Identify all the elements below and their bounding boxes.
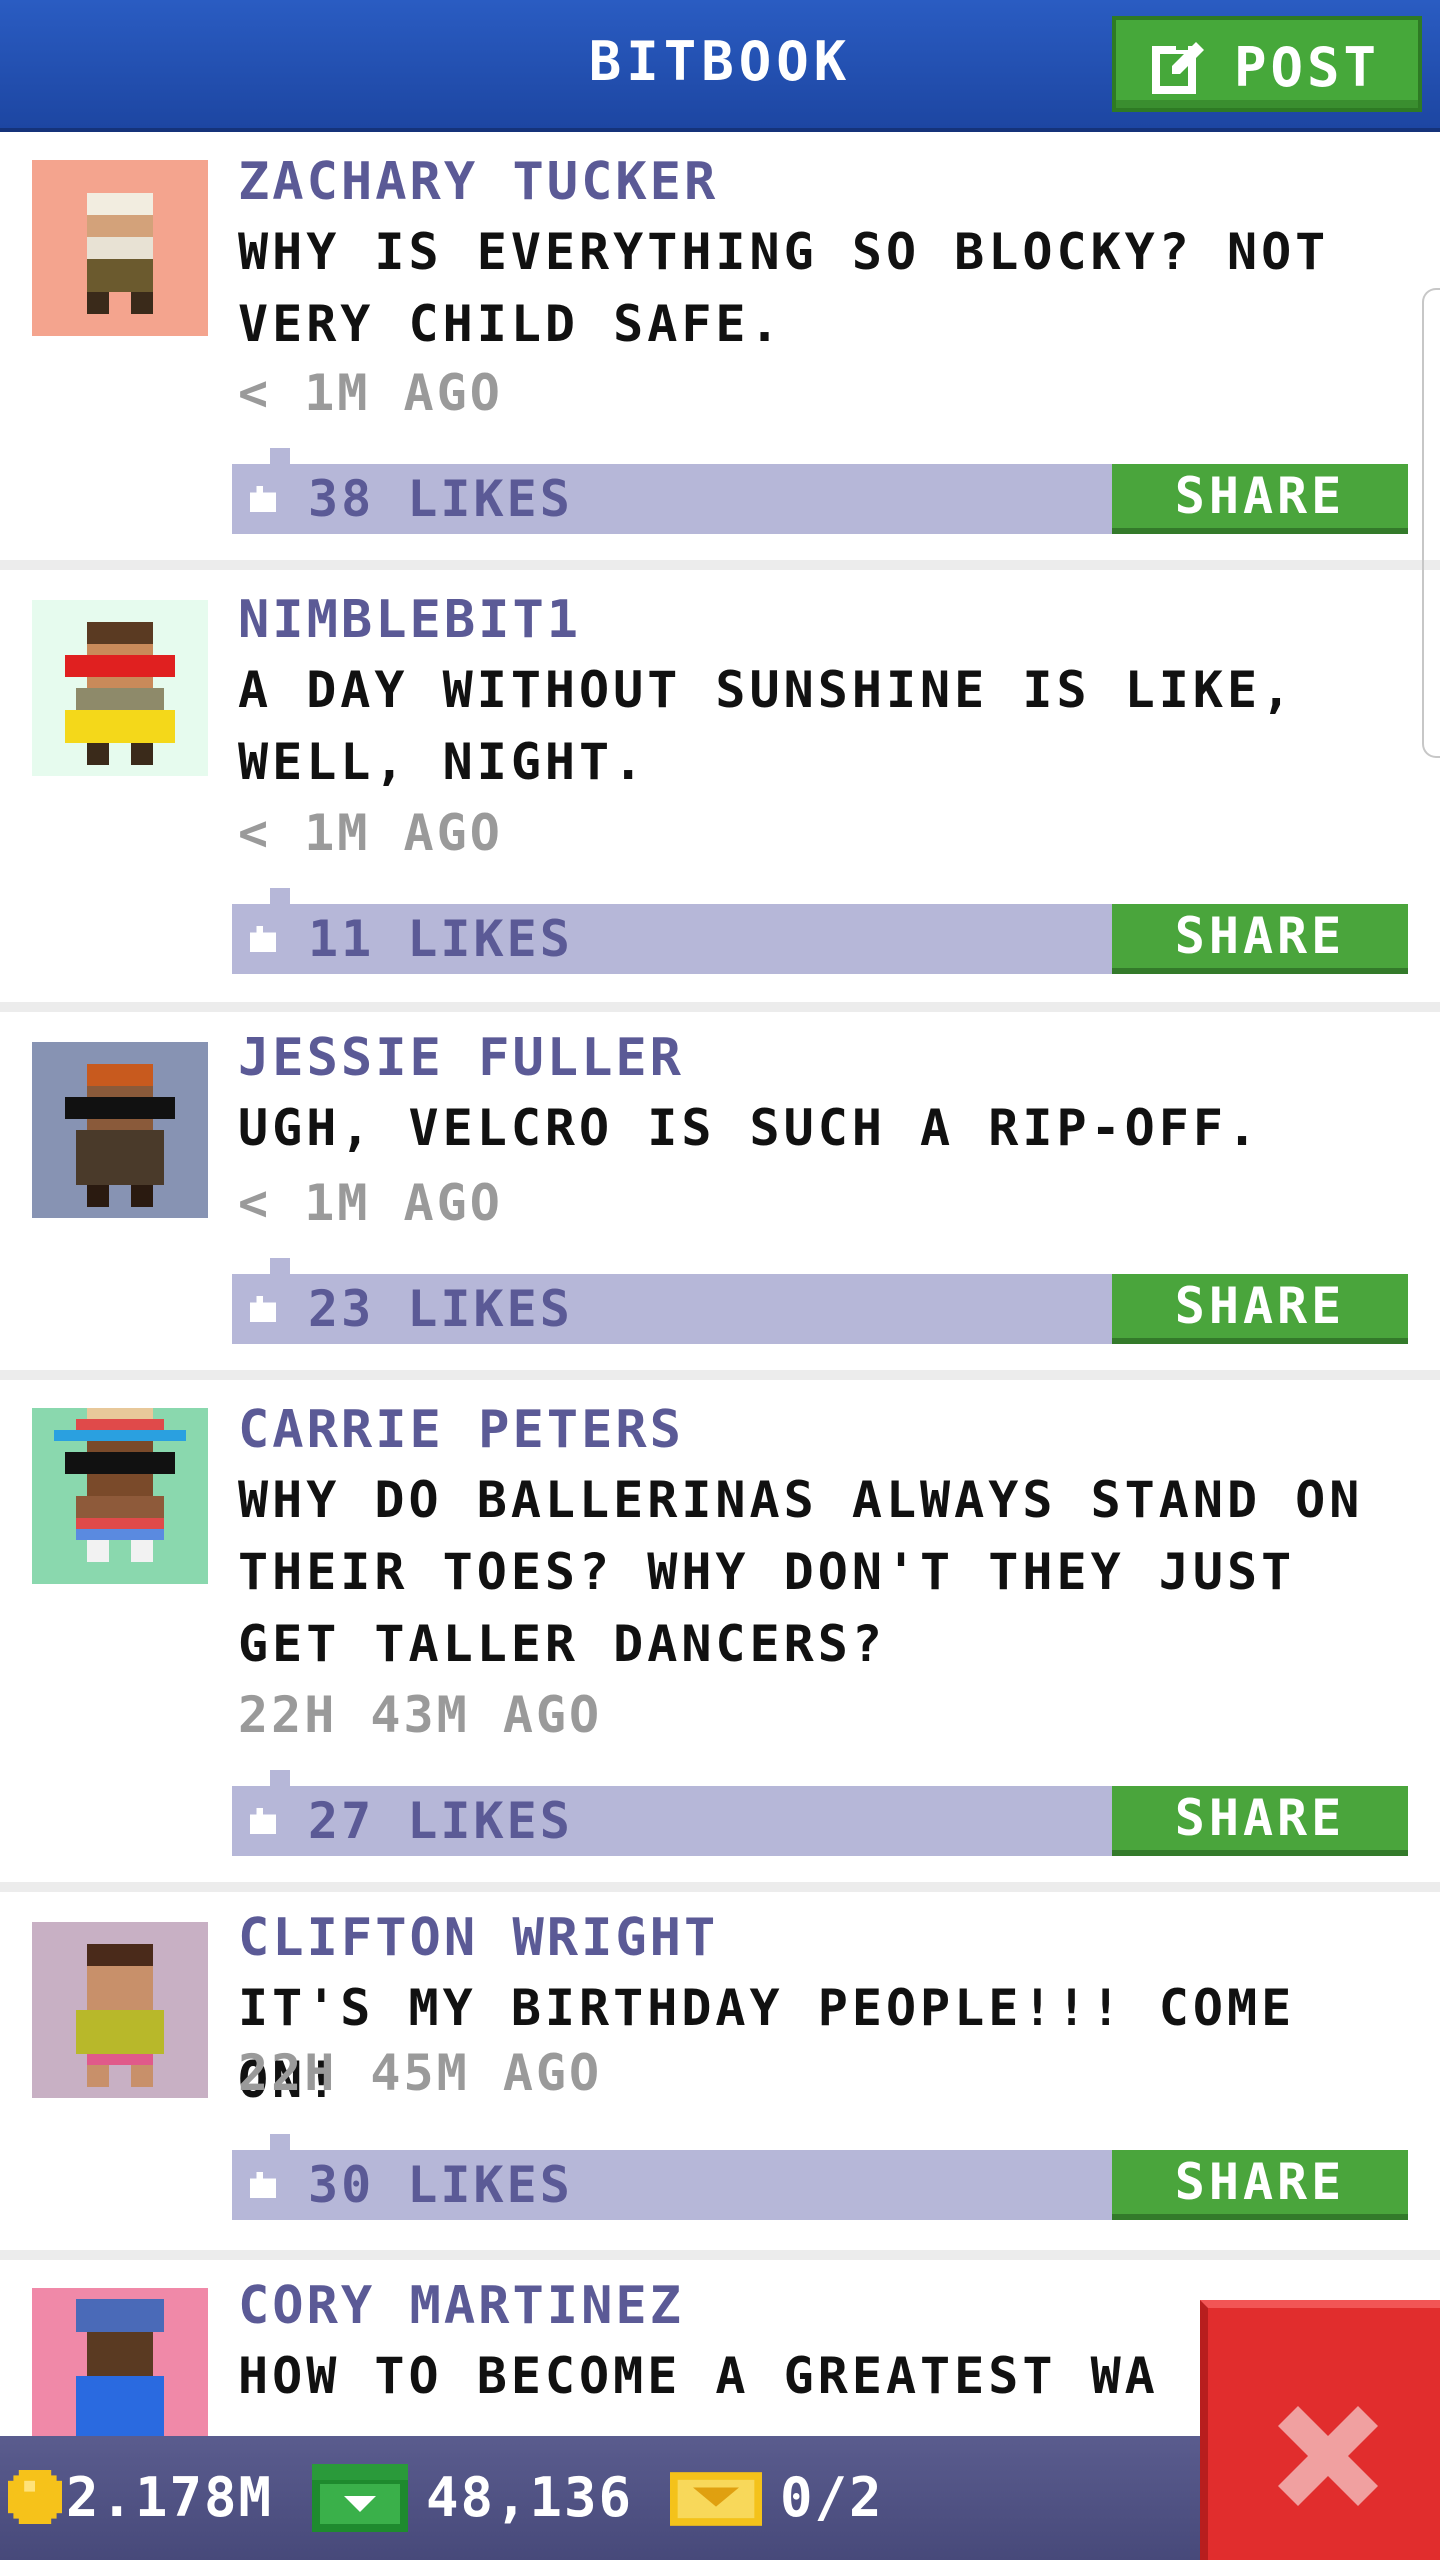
likes-count: 23 LIKES — [308, 1280, 573, 1338]
avatar — [32, 1922, 208, 2098]
post-time: < 1M AGO — [238, 1174, 503, 1232]
feed-post: NIMBLEBIT1 A DAY WITHOUT SUNSHINE IS LIK… — [0, 570, 1440, 1012]
likes-tab — [270, 1258, 290, 1276]
bux-icon — [312, 2464, 408, 2532]
post-author[interactable]: CLIFTON WRIGHT — [238, 1908, 718, 1968]
post-time: 22H 45M AGO — [238, 2044, 603, 2102]
likes-count: 27 LIKES — [308, 1792, 573, 1850]
avatar — [32, 600, 208, 776]
post-message: A DAY WITHOUT SUNSHINE IS LIKE, WELL, NI… — [238, 661, 1296, 791]
post-time: 22H 43M AGO — [238, 1686, 603, 1744]
tickets-count: 0/2 — [780, 2466, 884, 2529]
likes-count: 11 LIKES — [308, 910, 573, 968]
thumbs-up-icon — [250, 2172, 276, 2198]
feed-post: CARRIE PETERS WHY DO BALLERINAS ALWAYS S… — [0, 1380, 1440, 1892]
avatar — [32, 1042, 208, 1218]
thumbs-up-icon — [250, 486, 276, 512]
scroll-indicator[interactable] — [1422, 288, 1440, 758]
thumbs-up-icon — [250, 926, 276, 952]
likes-count: 30 LIKES — [308, 2156, 573, 2214]
share-button[interactable]: SHARE — [1112, 2150, 1408, 2220]
share-button[interactable]: SHARE — [1112, 1274, 1408, 1344]
feed-post: JESSIE FULLER UGH, VELCRO IS SUCH A RIP-… — [0, 1012, 1440, 1380]
share-button-label: SHARE — [1174, 467, 1346, 525]
likes-tab — [270, 448, 290, 466]
post-author[interactable]: JESSIE FULLER — [238, 1028, 684, 1088]
coin-icon — [8, 2470, 62, 2524]
coins-count: 2.178M — [66, 2466, 274, 2529]
share-button-label: SHARE — [1174, 2153, 1346, 2211]
post-author[interactable]: CARRIE PETERS — [238, 1400, 684, 1460]
share-button-label: SHARE — [1174, 1277, 1346, 1335]
compose-icon — [1152, 38, 1204, 94]
share-button-label: SHARE — [1174, 1789, 1346, 1847]
ticket-icon — [670, 2472, 762, 2526]
feed-post: CLIFTON WRIGHT IT'S MY BIRTHDAY PEOPLE!!… — [0, 1892, 1440, 2260]
thumbs-up-icon — [250, 1296, 276, 1322]
share-button[interactable]: SHARE — [1112, 1786, 1408, 1856]
post-author[interactable]: NIMBLEBIT1 — [238, 590, 581, 650]
likes-tab — [270, 1770, 290, 1788]
feed-post: ZACHARY TUCKER WHY IS EVERYTHING SO BLOC… — [0, 132, 1440, 570]
post-time: < 1M AGO — [238, 804, 503, 862]
post-button-label: POST — [1234, 36, 1381, 99]
bux-count: 48,136 — [426, 2466, 634, 2529]
post-message: WHY DO BALLERINAS ALWAYS STAND ON THEIR … — [238, 1471, 1364, 1673]
share-button[interactable]: SHARE — [1112, 904, 1408, 974]
close-icon — [1278, 2406, 1378, 2506]
post-message: WHY IS EVERYTHING SO BLOCKY? NOT VERY CH… — [238, 223, 1330, 353]
app-header: BITBOOK POST — [0, 0, 1440, 132]
post-time: < 1M AGO — [238, 364, 503, 422]
likes-tab — [270, 888, 290, 906]
share-button[interactable]: SHARE — [1112, 464, 1408, 534]
avatar — [32, 160, 208, 336]
post-button[interactable]: POST — [1112, 16, 1422, 112]
post-message: UGH, VELCRO IS SUCH A RIP-OFF. — [238, 1099, 1262, 1157]
likes-count: 38 LIKES — [308, 470, 573, 528]
thumbs-up-icon — [250, 1808, 276, 1834]
likes-tab — [270, 2134, 290, 2152]
share-button-label: SHARE — [1174, 907, 1346, 965]
close-button[interactable] — [1200, 2300, 1440, 2560]
post-author[interactable]: CORY MARTINEZ — [238, 2276, 684, 2336]
avatar — [32, 1408, 208, 1584]
post-author[interactable]: ZACHARY TUCKER — [238, 152, 718, 212]
